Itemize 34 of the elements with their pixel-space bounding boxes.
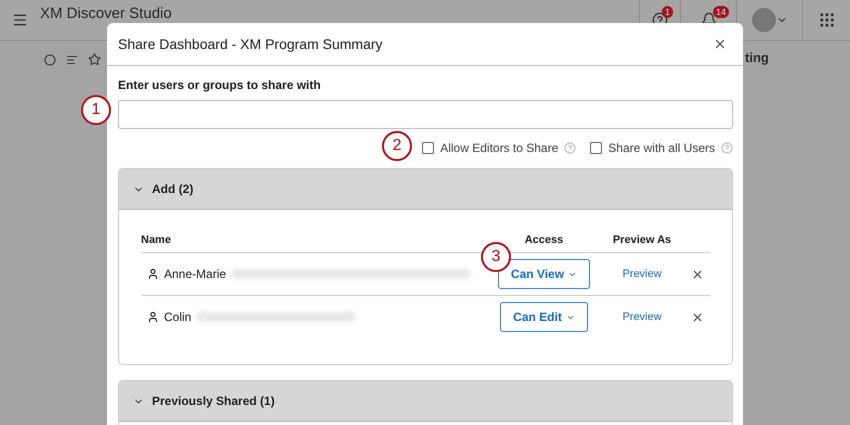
dialog-title: Share Dashboard - XM Program Summary [118,36,383,52]
share-label: Enter users or groups to share with [118,78,322,92]
user-name: Colin [164,310,192,324]
notification-count: 1 [662,6,674,18]
option-label: Share with all Users [608,141,715,155]
section-title: Previously Shared (1) [152,394,275,408]
close-icon [690,268,704,280]
preview-link[interactable]: Preview [600,311,684,323]
lines-icon[interactable] [66,54,78,66]
option-label: Allow Editors to Share [440,141,558,155]
section-header[interactable]: Previously Shared (1) [119,381,732,422]
checkbox[interactable] [590,142,602,154]
column-header: ting [745,50,769,65]
apps-grid-icon[interactable] [818,11,836,29]
column-header: Access [524,234,564,246]
menu-icon[interactable] [12,12,28,28]
column-header: Name [141,234,172,246]
user-icon [147,311,159,323]
notification-count: 14 [713,6,730,18]
access-dropdown[interactable]: Can Edit [500,302,588,332]
user-name: Anne-Marie [164,267,226,281]
app-title: XM Discover Studio [40,5,172,22]
section-header[interactable]: Add (2) [119,169,732,210]
close-icon [690,310,704,324]
circle-icon[interactable] [44,54,56,66]
preview-link[interactable]: Preview [600,268,684,280]
column-header: Preview As [612,234,672,246]
user-icon [147,268,159,280]
share-input-field[interactable] [118,100,733,129]
callout-number: 1 [81,95,111,125]
section-title: Add (2) [152,182,194,196]
close-button[interactable] [713,37,727,51]
checkbox[interactable] [422,142,434,154]
star-icon[interactable] [88,53,101,66]
